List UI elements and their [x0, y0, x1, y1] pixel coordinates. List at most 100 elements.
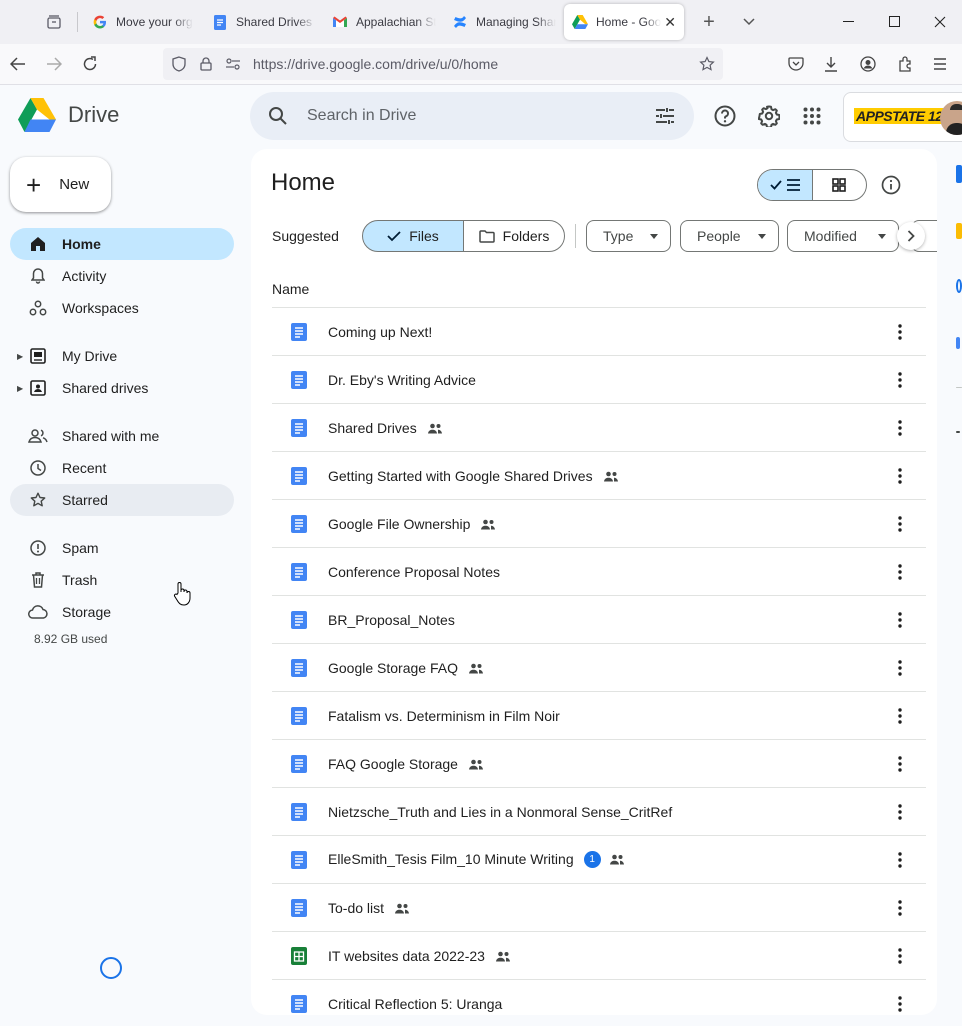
file-row[interactable]: Conference Proposal Notes	[272, 547, 926, 595]
grid-view-button[interactable]	[813, 170, 867, 200]
sidebar-item-shared-drives[interactable]: ▶ Shared drives	[10, 372, 234, 404]
browser-tab-active[interactable]: Home - Goo ✕	[564, 4, 684, 40]
file-name[interactable]: Dr. Eby's Writing Advice	[328, 372, 476, 388]
chevron-down-icon[interactable]	[732, 5, 766, 39]
more-actions-icon[interactable]	[890, 658, 910, 678]
forward-icon[interactable]	[38, 48, 70, 80]
more-actions-icon[interactable]	[890, 610, 910, 630]
file-name[interactable]: Critical Reflection 5: Uranga	[328, 996, 502, 1012]
file-name[interactable]: Getting Started with Google Shared Drive…	[328, 468, 619, 484]
more-actions-icon[interactable]	[890, 370, 910, 390]
search-bar[interactable]: Search in Drive	[250, 92, 694, 140]
apps-grid-icon[interactable]	[792, 96, 832, 136]
add-addon-icon[interactable]	[956, 431, 960, 433]
more-actions-icon[interactable]	[890, 466, 910, 486]
sidebar-item-my-drive[interactable]: ▶ My Drive	[10, 340, 234, 372]
browser-tab[interactable]: Appalachian St	[324, 4, 444, 40]
close-tab-icon[interactable]: ✕	[664, 14, 676, 31]
tasks-icon[interactable]	[956, 279, 962, 293]
file-row[interactable]: ElleSmith_Tesis Film_10 Minute Writing 1	[272, 835, 926, 883]
sidebar-item-recent[interactable]: Recent	[10, 452, 234, 484]
new-tab-icon[interactable]: +	[692, 5, 726, 39]
file-row[interactable]: Google Storage FAQ	[272, 643, 926, 691]
account-icon[interactable]	[852, 48, 884, 80]
file-name[interactable]: Google File Ownership	[328, 516, 496, 532]
more-actions-icon[interactable]	[890, 850, 910, 870]
bookmark-star-icon[interactable]	[697, 54, 717, 74]
more-actions-icon[interactable]	[890, 994, 910, 1014]
settings-gear-icon[interactable]	[749, 96, 789, 136]
name-column-header[interactable]: Name	[272, 281, 309, 297]
help-icon[interactable]	[705, 96, 745, 136]
browser-tab[interactable]: Managing Shar	[444, 4, 564, 40]
expand-arrow-icon[interactable]: ▶	[17, 352, 23, 361]
sidebar-item-workspaces[interactable]: Workspaces	[10, 292, 234, 324]
file-row[interactable]: Critical Reflection 5: Uranga	[272, 979, 926, 1015]
url-text[interactable]: https://drive.google.com/drive/u/0/home	[253, 56, 498, 72]
contacts-icon[interactable]	[956, 337, 960, 349]
drive-logo[interactable]: Drive	[18, 98, 119, 132]
sidebar-item-shared-with-me[interactable]: Shared with me	[10, 420, 234, 452]
sidebar-item-starred[interactable]: Starred	[10, 484, 234, 516]
type-filter-chip[interactable]: Type	[586, 220, 671, 252]
menu-icon[interactable]	[924, 48, 956, 80]
file-row[interactable]: Fatalism vs. Determinism in Film Noir	[272, 691, 926, 739]
more-actions-icon[interactable]	[890, 946, 910, 966]
close-window-icon[interactable]	[917, 0, 962, 44]
downloads-icon[interactable]	[815, 48, 847, 80]
sidebar-item-trash[interactable]: Trash	[10, 564, 234, 596]
sidebar-item-home[interactable]: Home	[10, 228, 234, 260]
maximize-icon[interactable]	[872, 0, 918, 44]
search-input[interactable]: Search in Drive	[307, 107, 416, 125]
more-actions-icon[interactable]	[890, 562, 910, 582]
url-bar[interactable]: https://drive.google.com/drive/u/0/home	[163, 48, 723, 80]
files-filter-button[interactable]: Files	[362, 220, 464, 252]
file-name[interactable]: FAQ Google Storage	[328, 756, 484, 772]
chevron-right-icon[interactable]	[897, 222, 925, 250]
search-icon[interactable]	[268, 106, 288, 131]
file-name[interactable]: BR_Proposal_Notes	[328, 612, 455, 628]
modified-filter-chip[interactable]: Modified	[787, 220, 899, 252]
keep-icon[interactable]	[956, 223, 962, 239]
avatar[interactable]	[940, 101, 962, 135]
more-actions-icon[interactable]	[890, 514, 910, 534]
file-name[interactable]: Shared Drives	[328, 420, 443, 436]
tab-overview-icon[interactable]	[37, 5, 71, 39]
calendar-icon[interactable]	[956, 165, 962, 183]
file-row[interactable]: To-do list	[272, 883, 926, 931]
view-toggle[interactable]	[757, 169, 867, 201]
shield-icon[interactable]	[169, 54, 189, 74]
list-view-button[interactable]	[758, 170, 813, 200]
file-row[interactable]: Coming up Next!	[272, 307, 926, 355]
more-actions-icon[interactable]	[890, 898, 910, 918]
file-name[interactable]: To-do list	[328, 900, 410, 916]
file-name[interactable]: Nietzsche_Truth and Lies in a Nonmoral S…	[328, 804, 672, 820]
more-actions-icon[interactable]	[890, 802, 910, 822]
browser-tab[interactable]: Move your org	[84, 4, 204, 40]
file-name[interactable]: Fatalism vs. Determinism in Film Noir	[328, 708, 560, 724]
file-row[interactable]: FAQ Google Storage	[272, 739, 926, 787]
file-row[interactable]: IT websites data 2022-23	[272, 931, 926, 979]
permissions-icon[interactable]	[223, 54, 243, 74]
info-icon[interactable]	[875, 169, 907, 201]
file-row[interactable]: Getting Started with Google Shared Drive…	[272, 451, 926, 499]
file-name[interactable]: Conference Proposal Notes	[328, 564, 500, 580]
more-actions-icon[interactable]	[890, 754, 910, 774]
file-name[interactable]: Coming up Next!	[328, 324, 432, 340]
file-row[interactable]: Google File Ownership	[272, 499, 926, 547]
more-actions-icon[interactable]	[890, 706, 910, 726]
more-actions-icon[interactable]	[890, 418, 910, 438]
file-name[interactable]: IT websites data 2022-23	[328, 948, 511, 964]
minimize-icon[interactable]	[826, 0, 872, 44]
browser-tab[interactable]: Shared Drives -	[204, 4, 324, 40]
file-row[interactable]: Dr. Eby's Writing Advice	[272, 355, 926, 403]
reload-icon[interactable]	[74, 48, 106, 80]
extensions-icon[interactable]	[889, 48, 921, 80]
lock-icon[interactable]	[196, 54, 216, 74]
sidebar-item-activity[interactable]: Activity	[10, 260, 234, 292]
people-filter-chip[interactable]: People	[680, 220, 779, 252]
file-row[interactable]: Shared Drives	[272, 403, 926, 451]
back-icon[interactable]	[2, 48, 34, 80]
more-actions-icon[interactable]	[890, 322, 910, 342]
folders-filter-button[interactable]: Folders	[463, 220, 565, 252]
